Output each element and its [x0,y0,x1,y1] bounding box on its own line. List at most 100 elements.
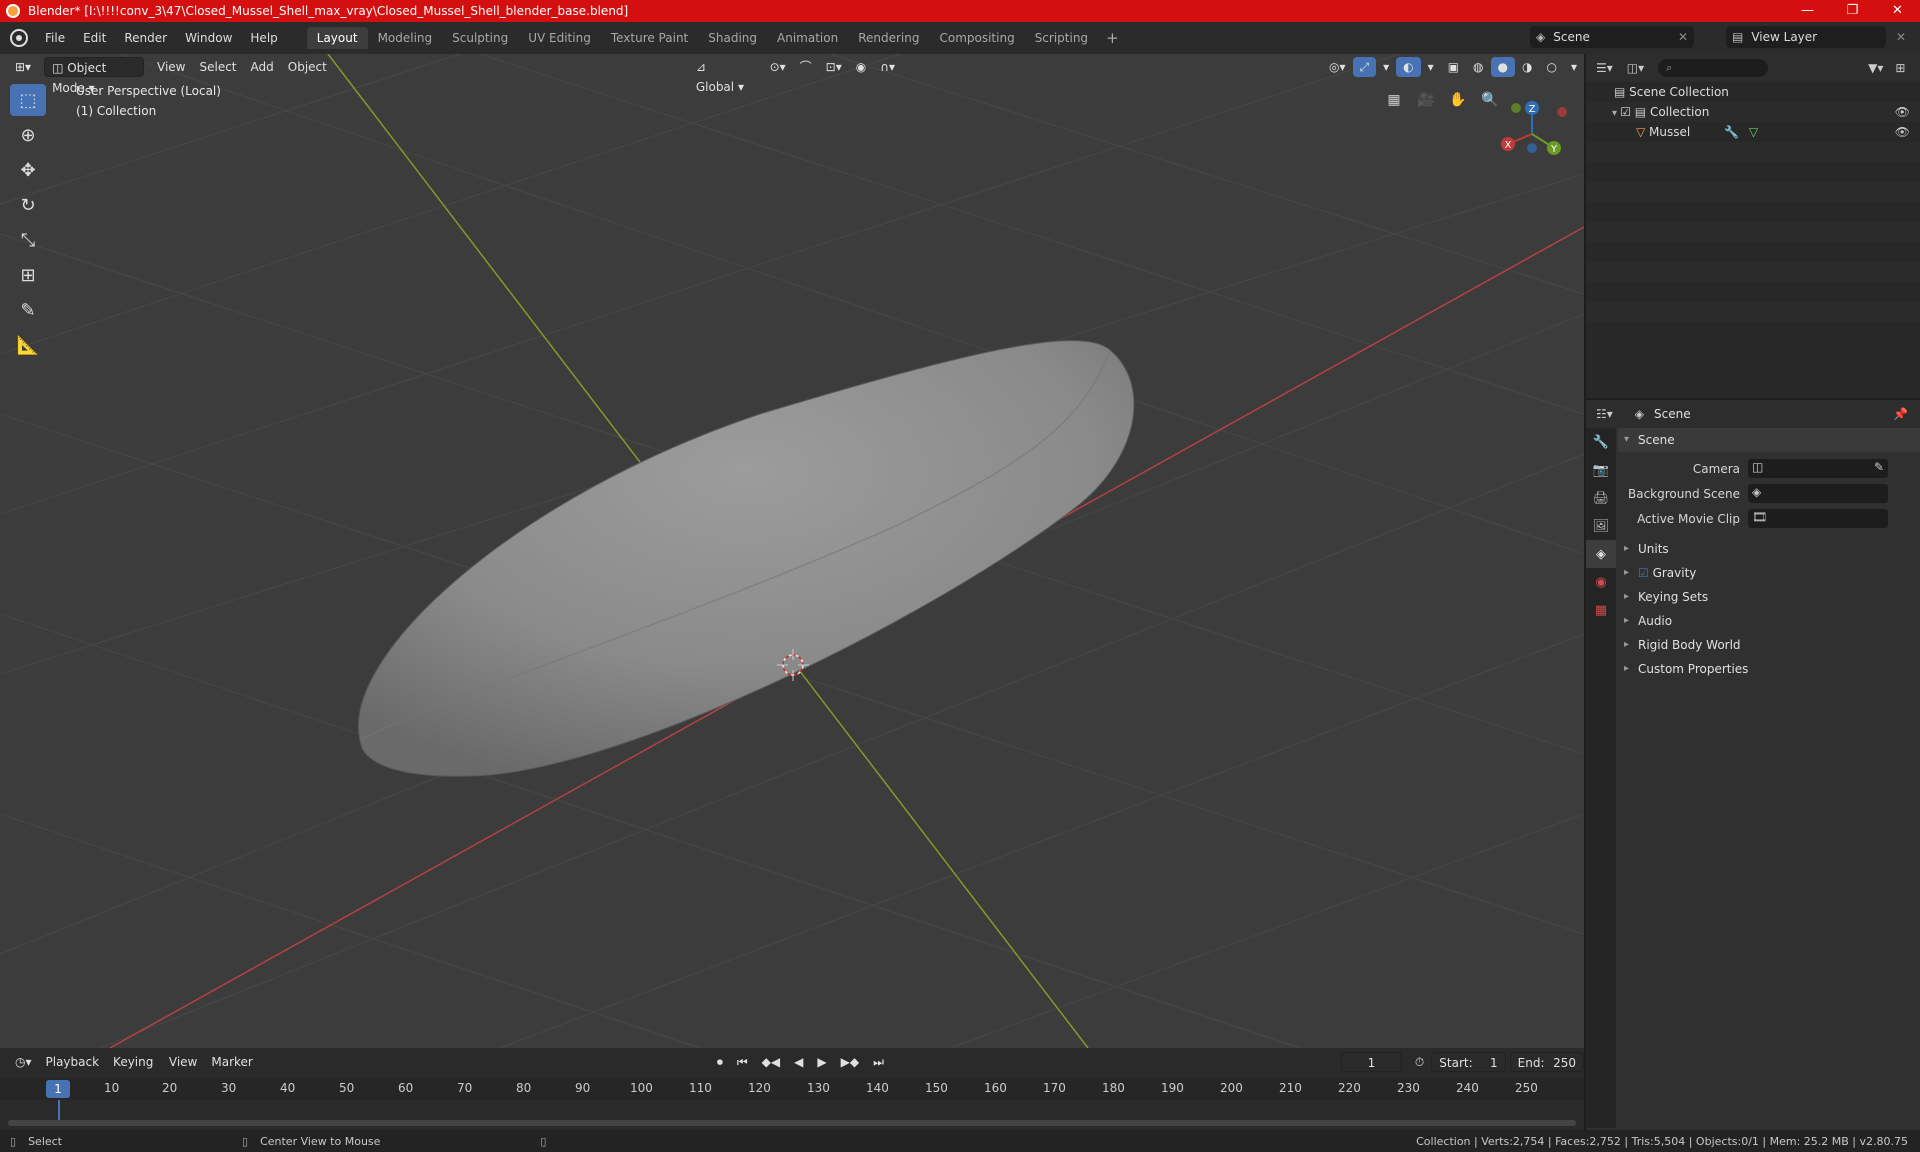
new-collection-icon[interactable]: ⊞ [1895,61,1905,75]
world-tab-icon[interactable]: ◉ [1586,568,1616,596]
outliner-editor-icon[interactable]: ☰▾ [1596,61,1613,75]
play-reverse-button[interactable]: ◀ [787,1052,810,1072]
tab-animation[interactable]: Animation [767,27,848,49]
camera-view-icon[interactable]: 🎥 [1414,88,1438,112]
visibility-eye-icon[interactable]: 👁 [1895,102,1910,122]
jump-start-button[interactable]: ⏮ [730,1052,755,1072]
gravity-section-header[interactable]: ☑ Gravity [1618,561,1920,585]
next-keyframe-button[interactable]: ▶◆ [834,1052,866,1072]
texture-tab-icon[interactable]: ▦ [1586,596,1616,624]
outliner-row-scene-collection[interactable]: ▤ Scene Collection [1586,82,1920,102]
snap-target-icon[interactable]: ⊡▾ [819,57,849,77]
proportional-edit-icon[interactable]: ◉ [849,57,873,77]
close-button[interactable]: ✕ [1875,0,1920,22]
scene-section-header[interactable]: Scene [1618,428,1920,452]
menu-window[interactable]: Window [176,22,241,54]
end-frame-field[interactable]: End: 250 [1509,1052,1584,1072]
editor-type-icon[interactable]: ⊞▾ [8,57,38,77]
overlay-dropdown-icon[interactable]: ▾ [1421,57,1441,77]
gravity-checkbox[interactable]: ☑ [1638,566,1653,580]
playback-menu[interactable]: Playback ▾ [39,1052,107,1089]
timeline-ruler[interactable]: 1 10 20 30 40 50 60 70 80 90 100 110 120… [0,1078,1584,1100]
scene-tab-icon[interactable]: ◈ [1586,540,1616,568]
pin-icon[interactable]: 📌 [1893,407,1908,421]
tab-uv-editing[interactable]: UV Editing [518,27,601,49]
move-tool-icon[interactable]: ✥ [10,154,46,186]
cursor-tool-icon[interactable]: ⊕ [10,119,46,151]
background-scene-input[interactable]: ◈ [1748,484,1888,503]
current-frame-indicator[interactable]: 1 [46,1080,70,1098]
close-icon[interactable]: ✕ [1678,30,1688,44]
tab-scripting[interactable]: Scripting [1025,27,1098,49]
rotate-tool-icon[interactable]: ↻ [10,189,46,221]
overlay-toggle-icon[interactable]: ◐ [1396,57,1421,77]
rendered-shading-icon[interactable]: ○ [1539,57,1563,77]
view-layer-tab-icon[interactable]: 🖼 [1586,512,1616,540]
tab-compositing[interactable]: Compositing [929,27,1024,49]
gizmo-toggle-icon[interactable]: ⤢ [1352,57,1377,77]
camera-input[interactable]: ◫ ✎ [1748,459,1888,478]
annotate-tool-icon[interactable]: ✎ [10,294,46,326]
expand-arrow-icon[interactable]: ▾ [1612,108,1620,119]
object-mode-dropdown[interactable]: ◫ Object Mode ▾ [44,57,144,95]
tab-rendering[interactable]: Rendering [848,27,929,49]
falloff-icon[interactable]: ∩▾ [873,57,902,77]
mesh-data-icon[interactable]: ▽ [1749,125,1758,139]
3d-viewport[interactable]: ⊞▾ ◫ Object Mode ▾ View Select Add Objec… [0,54,1584,1048]
outliner-search-input[interactable]: ⌕ [1658,59,1769,77]
tab-shading[interactable]: Shading [698,27,767,49]
display-mode-icon[interactable]: ◫▾ [1627,61,1644,75]
minimize-button[interactable]: — [1785,0,1830,22]
viewport-menu-object[interactable]: Object [281,57,334,77]
tab-sculpting[interactable]: Sculpting [442,27,518,49]
rigid-body-world-section-header[interactable]: Rigid Body World [1618,633,1920,657]
menu-edit[interactable]: Edit [74,22,115,54]
maximize-button[interactable]: ❐ [1830,0,1875,22]
current-frame-field[interactable]: 1 [1340,1052,1402,1072]
measure-tool-icon[interactable]: 📐 [10,329,46,361]
prev-keyframe-button[interactable]: ◆◀ [755,1052,787,1072]
view-layer-close-icon[interactable]: ✕ [1896,30,1906,44]
viewport-menu-add[interactable]: Add [244,57,281,77]
wireframe-shading-icon[interactable]: ◍ [1466,57,1490,77]
units-section-header[interactable]: Units [1618,537,1920,561]
keying-sets-section-header[interactable]: Keying Sets [1618,585,1920,609]
pivot-point-icon[interactable]: ⊙▾ [763,57,793,77]
properties-editor-icon[interactable]: ☷▾ [1596,407,1613,421]
add-workspace-button[interactable]: + [1098,29,1127,47]
marker-menu[interactable]: Marker [204,1052,259,1072]
tool-tab-icon[interactable]: 🔧 [1586,428,1616,456]
menu-render[interactable]: Render [115,22,176,54]
outliner-row-mussel[interactable]: ▽ Mussel 🔧 ▽ 👁 [1586,122,1920,142]
transform-tool-icon[interactable]: ⊞ [10,259,46,291]
tab-layout[interactable]: Layout [306,27,368,49]
tab-modeling[interactable]: Modeling [368,27,443,49]
scene-selector[interactable]: ◈ Scene ✕ [1530,26,1694,48]
viewport-scene[interactable] [0,54,1584,1048]
material-shading-icon[interactable]: ◑ [1515,57,1539,77]
eyedropper-icon[interactable]: ✎ [1874,460,1884,474]
snap-icon[interactable]: ⌒ [793,57,819,77]
pan-view-icon[interactable]: ✋ [1446,88,1470,112]
scale-tool-icon[interactable]: ⤡ [10,224,46,256]
custom-properties-section-header[interactable]: Custom Properties [1618,657,1920,681]
timeline-scrollbar[interactable] [8,1120,1576,1126]
exclude-checkbox[interactable]: ☑ [1620,105,1635,119]
toggle-ortho-icon[interactable]: ▦ [1382,88,1406,112]
output-tab-icon[interactable]: 🖨 [1586,484,1616,512]
modifier-wrench-icon[interactable]: 🔧 [1724,125,1739,139]
jump-end-button[interactable]: ⏭ [866,1052,891,1072]
tab-texture-paint[interactable]: Texture Paint [601,27,698,49]
visibility-icon[interactable]: ◎▾ [1322,57,1353,77]
select-box-tool-icon[interactable]: ⬚ [10,84,46,116]
viewport-menu-select[interactable]: Select [192,57,243,77]
menu-help[interactable]: Help [241,22,286,54]
timeline-editor-icon[interactable]: ◷▾ [8,1052,39,1072]
filter-icon[interactable]: ▼▾ [1868,61,1883,75]
record-button[interactable]: ⏺ [710,1052,730,1072]
xray-icon[interactable]: ▣ [1441,57,1466,77]
blender-menu-icon[interactable] [10,29,28,47]
render-tab-icon[interactable]: 📷 [1586,456,1616,484]
keying-menu[interactable]: Keying ▾ [106,1052,162,1089]
solid-shading-icon[interactable]: ● [1490,57,1515,77]
